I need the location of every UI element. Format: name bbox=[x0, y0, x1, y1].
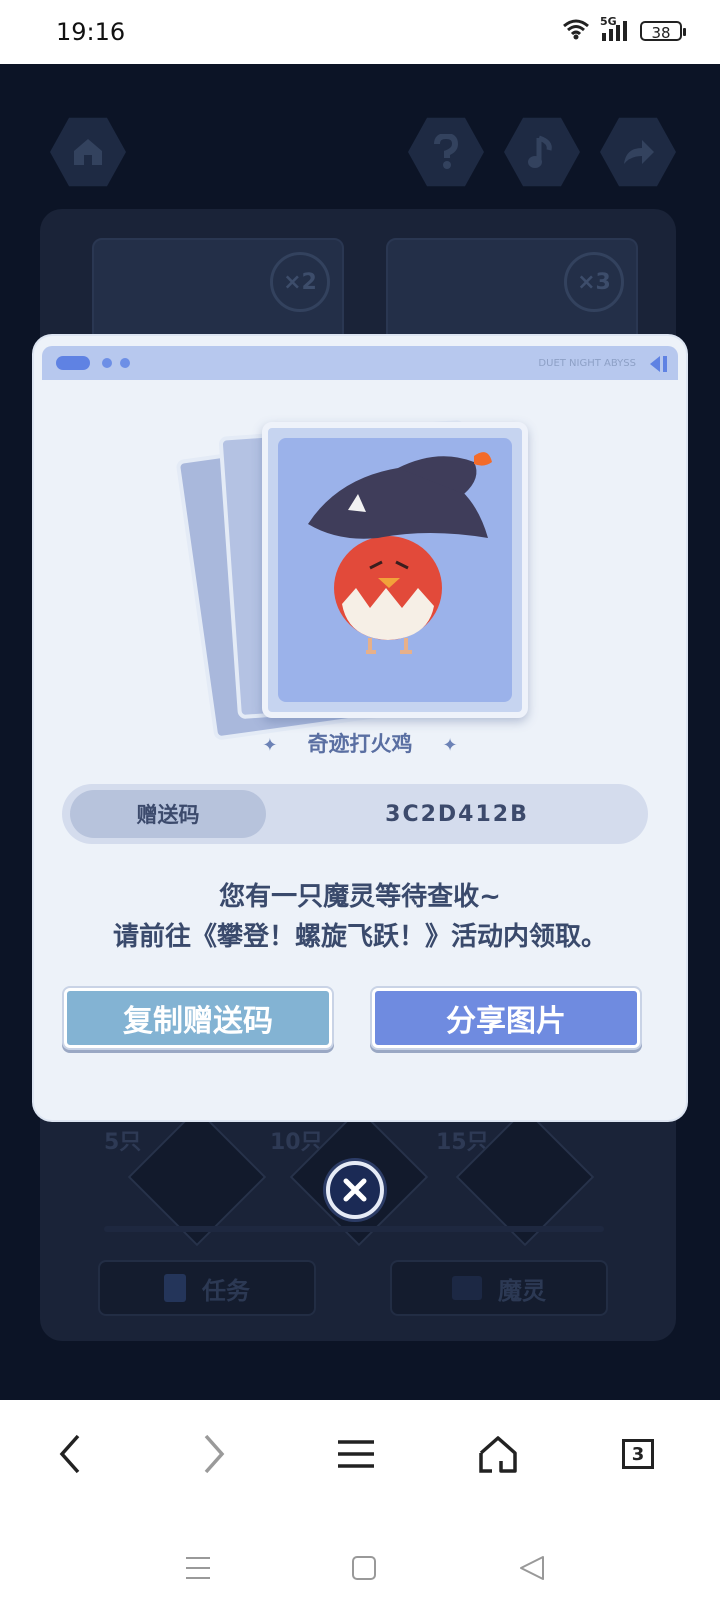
gift-code-bar: 赠送码 3C2D412B bbox=[62, 784, 648, 844]
gift-dialog: DUET NIGHT ABYSS ✦ 奇迹打火鸡 ✦ 赠送码 3C2D412B … bbox=[34, 336, 686, 1120]
gift-code-label: 赠送码 bbox=[70, 790, 266, 838]
dialog-header: DUET NIGHT ABYSS bbox=[42, 346, 678, 380]
square-icon bbox=[352, 1556, 376, 1580]
menu-icon bbox=[338, 1440, 374, 1468]
system-back-button[interactable] bbox=[512, 1548, 552, 1588]
sparkle-icon: ✦ bbox=[442, 735, 458, 756]
tab-pets[interactable]: 魔灵 bbox=[390, 1260, 608, 1316]
share-icon[interactable] bbox=[600, 117, 676, 187]
pet-card-inner bbox=[278, 438, 512, 702]
header-dot bbox=[120, 358, 130, 368]
sparkle-icon: ✦ bbox=[262, 735, 278, 756]
battery-icon: 38 bbox=[640, 21, 686, 42]
progress-track bbox=[104, 1226, 604, 1232]
tabs-button[interactable]: 3 bbox=[608, 1424, 668, 1484]
gift-code-value[interactable]: 3C2D412B bbox=[266, 784, 648, 844]
close-dialog-button[interactable] bbox=[326, 1161, 384, 1219]
pet-card bbox=[262, 422, 528, 718]
fire-chicken-pet-icon bbox=[308, 452, 492, 654]
tab-tasks-label: 任务 bbox=[202, 1276, 250, 1305]
bg-card-count: ×3 bbox=[564, 252, 624, 312]
pet-name: 奇迹打火鸡 bbox=[307, 732, 413, 756]
message-line-1: 您有一只魔灵等待查收~ bbox=[219, 882, 501, 912]
status-time: 19:16 bbox=[56, 18, 126, 46]
tab-pets-label: 魔灵 bbox=[498, 1276, 546, 1305]
menu-button[interactable] bbox=[326, 1424, 386, 1484]
triangle-back-icon bbox=[520, 1556, 544, 1580]
task-icon bbox=[164, 1274, 186, 1302]
browser-nav-bar: 3 bbox=[0, 1400, 720, 1600]
home-icon[interactable] bbox=[50, 117, 126, 187]
header-arrow-icon bbox=[650, 356, 667, 372]
chevron-right-icon bbox=[204, 1434, 225, 1474]
system-home-button[interactable] bbox=[344, 1548, 384, 1588]
message-line-2: 请前往《攀登！螺旋飞跃！》活动内领取。 bbox=[112, 922, 607, 952]
pet-card-stack bbox=[175, 414, 528, 741]
header-dot bbox=[102, 358, 112, 368]
status-icons: 5G 38 bbox=[562, 15, 686, 44]
copy-code-button[interactable]: 复制赠送码 bbox=[64, 988, 332, 1048]
help-icon[interactable] bbox=[408, 117, 484, 187]
forward-button[interactable] bbox=[184, 1424, 244, 1484]
recents-icon bbox=[186, 1557, 210, 1579]
share-image-button[interactable]: 分享图片 bbox=[372, 988, 640, 1048]
recents-button[interactable] bbox=[178, 1548, 218, 1588]
music-icon[interactable] bbox=[504, 117, 580, 187]
milestone-label: 5只 bbox=[104, 1130, 142, 1155]
close-icon bbox=[343, 1178, 367, 1202]
pet-folder-icon bbox=[452, 1276, 482, 1300]
header-decor bbox=[56, 356, 90, 370]
back-button[interactable] bbox=[40, 1424, 100, 1484]
pet-name-row: ✦ 奇迹打火鸡 ✦ bbox=[34, 728, 686, 758]
header-brand: DUET NIGHT ABYSS bbox=[538, 358, 636, 369]
status-bar: 19:16 5G 38 bbox=[0, 0, 720, 64]
bg-card-count: ×2 bbox=[270, 252, 330, 312]
tab-count: 3 bbox=[622, 1439, 654, 1469]
wifi-icon bbox=[562, 18, 590, 44]
home-button[interactable] bbox=[468, 1424, 528, 1484]
tab-tasks[interactable]: 任务 bbox=[98, 1260, 316, 1316]
chevron-left-icon bbox=[59, 1434, 80, 1474]
home-icon bbox=[479, 1436, 517, 1473]
signal-icon: 5G bbox=[600, 15, 630, 43]
